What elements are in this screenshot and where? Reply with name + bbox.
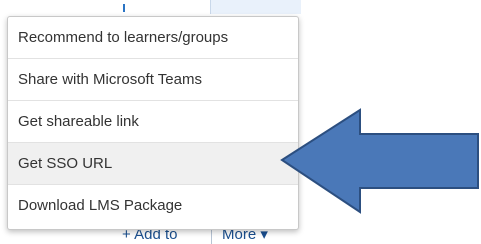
menu-item-sso-url[interactable]: Get SSO URL bbox=[8, 143, 298, 185]
menu-item-download-lms[interactable]: Download LMS Package bbox=[8, 185, 298, 227]
background-toolbar-button bbox=[210, 0, 301, 14]
more-dropdown-menu: Recommend to learners/groups Share with … bbox=[7, 16, 299, 230]
action-bar-divider bbox=[211, 228, 212, 244]
menu-item-shareable-link[interactable]: Get shareable link bbox=[8, 101, 298, 143]
arrow-shape bbox=[280, 108, 479, 214]
menu-item-recommend[interactable]: Recommend to learners/groups bbox=[8, 17, 298, 59]
menu-item-share-teams[interactable]: Share with Microsoft Teams bbox=[8, 59, 298, 101]
background-tab-indicator bbox=[123, 4, 125, 12]
screenshot-stage: + Add to More ▾ Recommend to learners/gr… bbox=[0, 0, 481, 244]
